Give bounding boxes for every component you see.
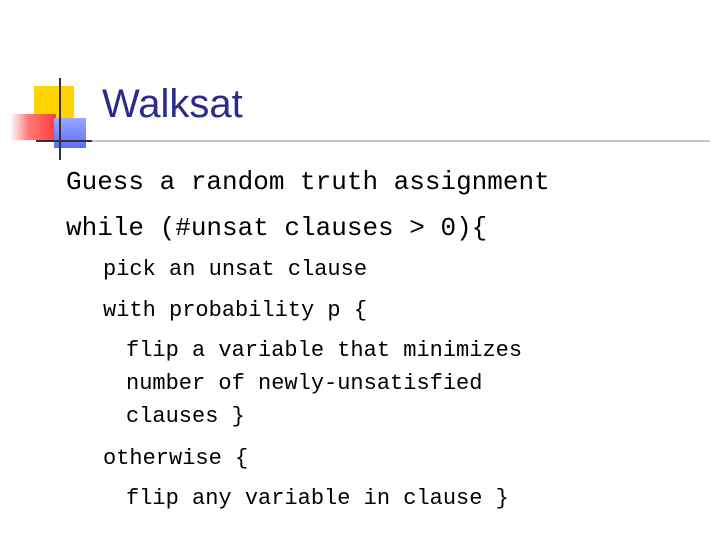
title-decoration-vertical-line — [59, 78, 61, 160]
code-line-1: Guess a random truth assignment — [66, 167, 550, 197]
code-line-7: clauses } — [126, 404, 245, 429]
code-line-2: while (#unsat clauses > 0){ — [66, 213, 488, 243]
code-line-3: pick an unsat clause — [103, 257, 368, 282]
code-line-4: with probability p { — [103, 298, 368, 323]
code-line-9: flip any variable in clause } — [126, 486, 509, 511]
slide: Walksat Guess a random truth assignment … — [0, 0, 720, 540]
code-line-8: otherwise { — [103, 446, 249, 471]
title-underline-rule — [92, 140, 710, 142]
code-line-6: number of newly-unsatisfied — [126, 371, 483, 396]
slide-title: Walksat — [102, 82, 243, 126]
title-decoration-horizontal-line — [36, 140, 100, 142]
code-line-5: flip a variable that minimizes — [126, 338, 523, 363]
title-decoration-red-bar — [10, 114, 56, 140]
